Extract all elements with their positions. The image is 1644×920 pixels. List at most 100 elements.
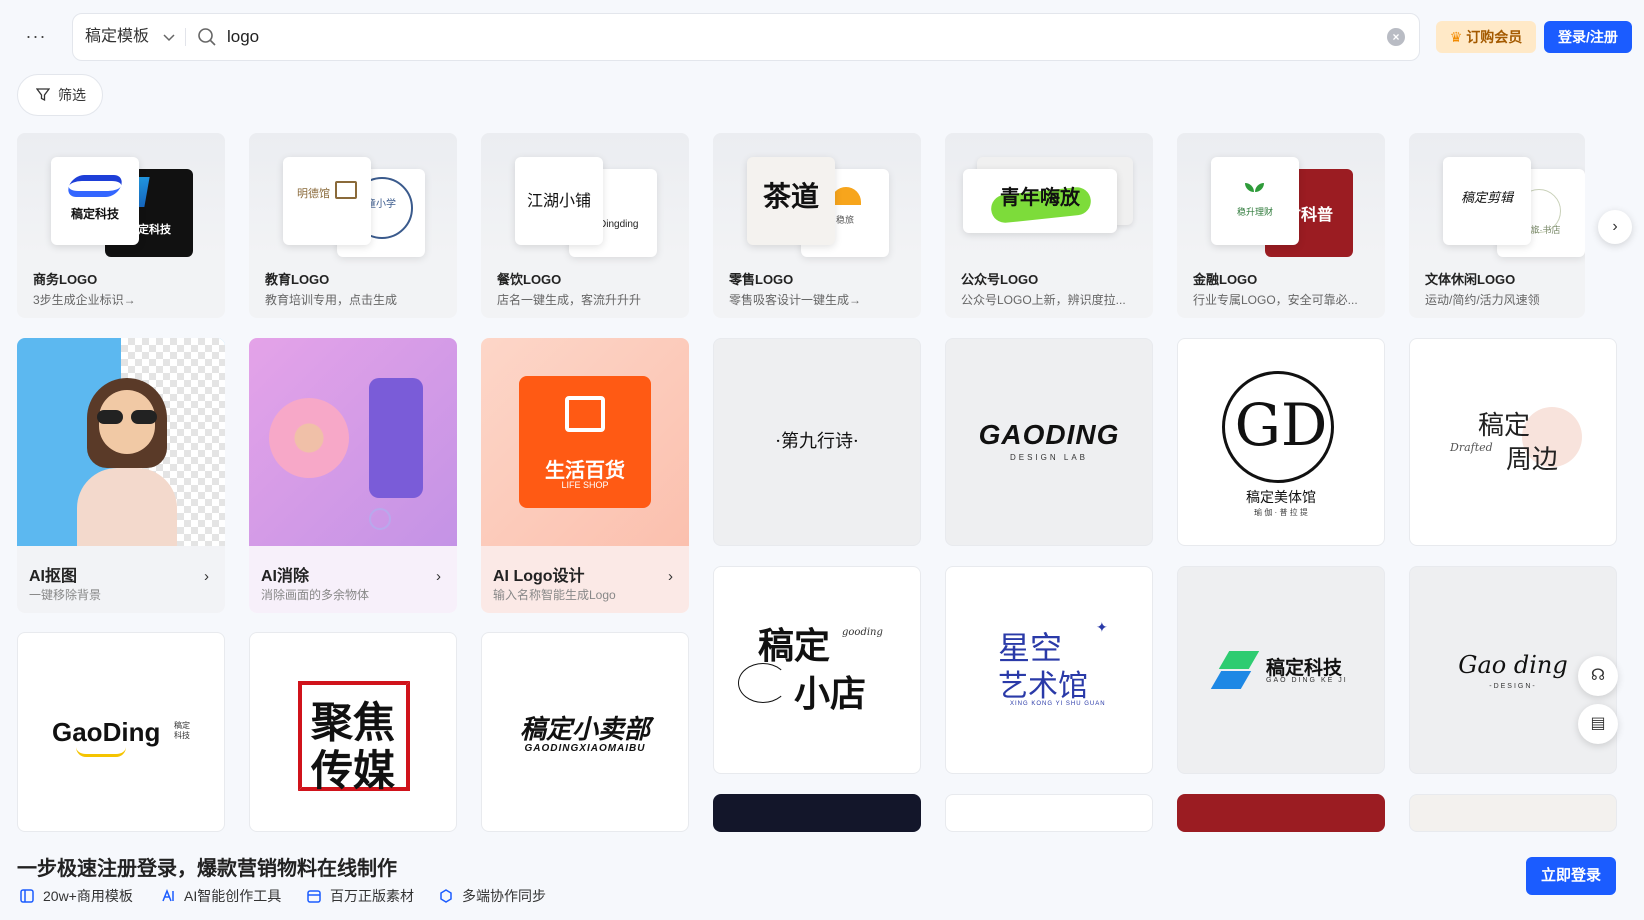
template-card[interactable] <box>1409 794 1617 832</box>
template-logo-subtext: 瑜 伽 · 普 拉 提 <box>1254 508 1308 517</box>
eraser-cursor-icon <box>369 508 391 530</box>
cutout-preview <box>17 338 225 546</box>
template-logo-subtext: GAODINGXIAOMAIBU <box>524 743 646 754</box>
category-card-catering[interactable]: Dingding 江湖小铺 餐饮LOGO 店名一键生成，客流升升升 <box>481 133 689 318</box>
template-card[interactable] <box>945 794 1153 832</box>
ai-tool-icon <box>162 888 174 902</box>
chevron-right-icon: › <box>668 568 673 585</box>
person-body <box>77 468 177 546</box>
search-bar[interactable]: 稿定模板 × <box>72 13 1420 61</box>
tool-title: AI消除 <box>261 568 310 585</box>
wave-logo-icon <box>64 175 126 197</box>
tool-subtitle: 一键移除背景 <box>29 588 102 602</box>
tool-subtitle: 消除画面的多余物体 <box>261 588 370 602</box>
template-logo-text-2: 传媒 <box>310 747 395 794</box>
logo-preview-front: 茶道 <box>747 157 835 245</box>
category-card-business[interactable]: 稿定科技 稿定科技 商务LOGO 3步生成企业标识→ <box>17 133 225 318</box>
clear-search-icon[interactable]: × <box>1387 28 1405 46</box>
search-scope-select[interactable]: 稿定模板 <box>85 14 149 60</box>
template-logo-script: gooding <box>842 627 883 638</box>
erase-preview <box>249 338 457 546</box>
front-logo-text: 青年嗨放 <box>1000 187 1080 209</box>
front-logo-text: 稿定科技 <box>70 207 119 221</box>
more-menu-icon[interactable]: ··· <box>24 24 48 48</box>
book-icon <box>335 181 357 199</box>
life-shop-badge: 生活百货 LIFE SHOP <box>519 376 651 508</box>
category-card-education[interactable]: 童小学 明德馆 教育LOGO 教育培训专用，点击生成 <box>249 133 457 318</box>
chevron-down-icon[interactable] <box>161 29 177 45</box>
login-register-button[interactable]: 登录/注册 <box>1544 21 1632 53</box>
filter-button[interactable]: 筛选 <box>17 74 103 116</box>
template-logo-text: 稿定小卖部 <box>519 714 650 744</box>
template-logo-subtext: DESIGN LAB <box>1009 453 1088 462</box>
template-card[interactable]: 稿定小卖部 GAODINGXIAOMAIBU <box>481 632 689 832</box>
filter-icon <box>36 88 50 102</box>
sun-icon <box>831 187 861 205</box>
logo-preview-front: 稳升理财 <box>1211 157 1299 245</box>
logo-preview-front: 稿定剪辑 <box>1443 157 1531 245</box>
template-logo-text: 稿定科技 <box>1266 658 1343 679</box>
template-card[interactable]: 稿定 小店 gooding <box>713 566 921 774</box>
template-card[interactable]: 聚焦 传媒 <box>249 632 457 832</box>
template-logo-text: GaoDing <box>52 717 161 747</box>
template-logo-subtext: XING KONG YI SHU GUAN <box>1010 701 1106 707</box>
vip-label: 订购会员 <box>1466 29 1523 45</box>
template-card[interactable]: GAODING DESIGN LAB <box>945 338 1153 546</box>
template-logo-text: 稿定美体馆 <box>1246 489 1316 505</box>
template-card[interactable]: 星空 艺术馆 XING KONG YI SHU GUAN ✦ <box>945 566 1153 774</box>
category-card-official-account[interactable]: 青年嗨放 公众号LOGO 公众号LOGO上新，辨识度拉... <box>945 133 1153 318</box>
tool-title: AI Logo设计 <box>493 568 585 585</box>
logo-preview-front: 稿定科技 <box>51 157 139 245</box>
category-title: 教育LOGO <box>265 272 330 287</box>
tool-card-ai-cutout[interactable]: AI抠图 一键移除背景 › <box>17 338 225 613</box>
search-icon <box>198 28 216 46</box>
guide-book-icon[interactable]: ▤ <box>1578 704 1618 744</box>
category-card-finance[interactable]: 财科普 稳升理财 金融LOGO 行业专属LOGO，安全可靠必... <box>1177 133 1385 318</box>
category-subtitle: 零售吸客设计一键生成→ <box>729 293 862 307</box>
tool-card-ai-erase[interactable]: AI消除 消除画面的多余物体 › <box>249 338 457 613</box>
tool-card-ai-logo[interactable]: 生活百货 LIFE SHOP AI Logo设计 输入名称智能生成Logo › <box>481 338 689 613</box>
feature-item: 多端协作同步 <box>438 886 546 906</box>
template-card[interactable]: 稿定科技 GAO DING KE JI <box>1177 566 1385 774</box>
tool-title: AI抠图 <box>29 568 78 585</box>
category-next-icon[interactable]: › <box>1598 210 1632 244</box>
template-logo-side: 稿定科技 <box>174 721 190 740</box>
feature-item: 20w+商用模板 <box>19 886 133 906</box>
search-divider <box>185 28 186 46</box>
login-now-button[interactable]: 立即登录 <box>1526 857 1616 895</box>
template-logo-letters: GD <box>1234 391 1328 459</box>
template-card[interactable]: 稿定 周边 Drafted <box>1409 338 1617 546</box>
front-logo-text: 茶道 <box>762 180 819 213</box>
template-card[interactable]: GD 稿定美体馆 瑜 伽 · 普 拉 提 <box>1177 338 1385 546</box>
category-card-retail[interactable]: 稳旅 茶道 零售LOGO 零售吸客设计一键生成→ <box>713 133 921 318</box>
sunglasses-icon <box>97 410 157 424</box>
template-card[interactable]: ·第九行诗· <box>713 338 921 546</box>
tool-subtitle: 输入名称智能生成Logo <box>493 588 616 602</box>
template-logo-text: ·第九行诗· <box>775 431 859 452</box>
feature-item: AI智能创作工具 <box>160 886 281 906</box>
feature-item: 百万正版素材 <box>306 886 414 906</box>
subscribe-vip-button[interactable]: ♛ 订购会员 <box>1436 21 1536 53</box>
asset-library-icon <box>307 890 321 903</box>
category-subtitle: 公众号LOGO上新，辨识度拉... <box>961 293 1126 307</box>
template-card[interactable]: GaoDing 稿定科技 <box>17 632 225 832</box>
template-logo-text: GAODING <box>978 419 1120 450</box>
category-subtitle: 教育培训专用，点击生成 <box>265 293 398 307</box>
template-card[interactable] <box>713 794 921 832</box>
template-card[interactable] <box>1177 794 1385 832</box>
feature-label: 百万正版素材 <box>330 888 414 904</box>
star-icon: ✦ <box>1096 619 1108 635</box>
category-title: 商务LOGO <box>33 272 98 287</box>
customer-service-icon[interactable]: ☊ <box>1578 656 1618 696</box>
donut-icon <box>269 398 349 478</box>
logo-preview-front: 青年嗨放 <box>963 169 1117 233</box>
search-input[interactable] <box>227 22 1227 52</box>
banner-title: 一步极速注册登录，爆款营销物料在线制作 <box>17 858 397 880</box>
category-subtitle: 3步生成企业标识→ <box>33 293 136 307</box>
front-logo-text: 稳升理财 <box>1236 207 1273 217</box>
category-title: 金融LOGO <box>1193 272 1258 287</box>
category-title: 零售LOGO <box>729 272 794 287</box>
feature-label: 多端协作同步 <box>462 888 546 904</box>
category-card-leisure[interactable]: 稳旅·书店 稿定剪辑 文体休闲LOGO 运动/简约/活力风速领 <box>1409 133 1585 318</box>
template-logo-text-2: 艺术馆 <box>998 669 1088 704</box>
